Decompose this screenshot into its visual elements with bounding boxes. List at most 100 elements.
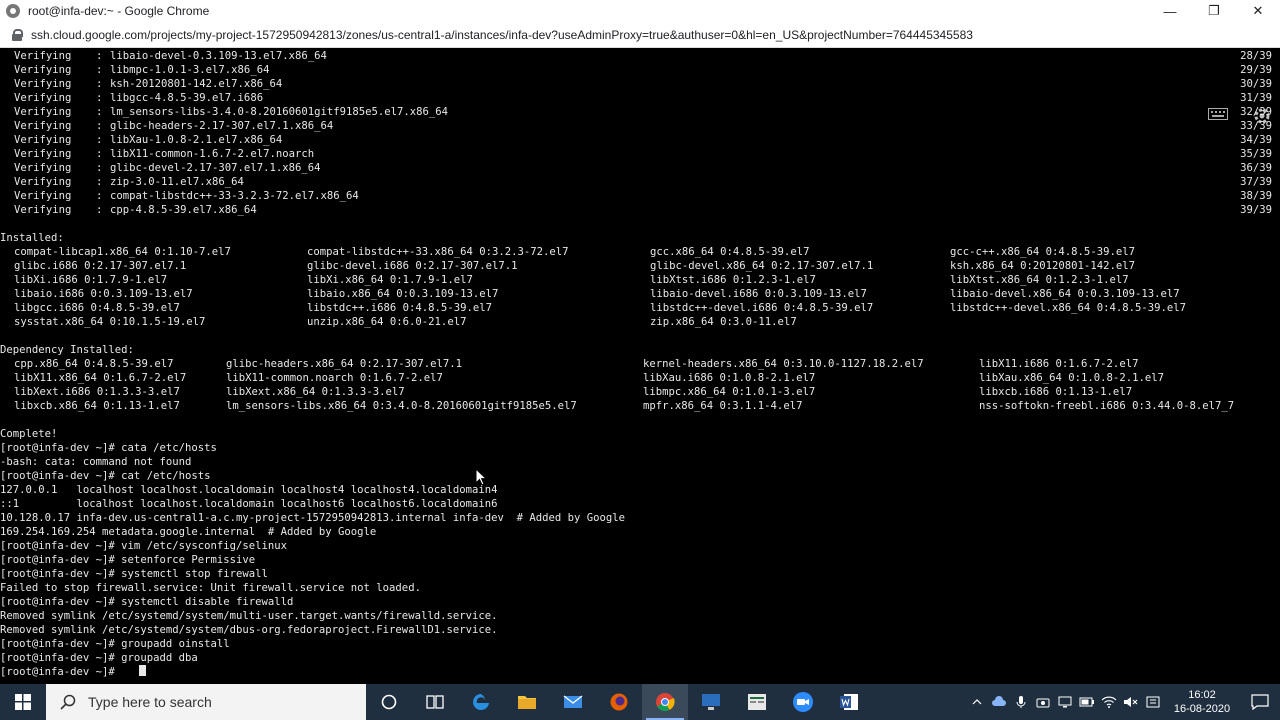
terminal-output: [root@infa-dev ~]# cata /etc/hosts: [0, 442, 217, 454]
dependency-row: libX11.x86_64 0:1.6.7-2.el7 libX11-common…: [0, 371, 1280, 385]
cortana-icon: [381, 694, 397, 710]
package-entry: zip.x86_64 0:3.0-11.el7: [650, 316, 797, 328]
package-entry: libstdc++-devel.i686 0:4.8.5-39.el7: [650, 302, 874, 314]
package-entry: glibc.i686 0:2.17-307.el7.1: [14, 260, 187, 272]
taskbar-edge[interactable]: [458, 684, 504, 720]
terminal-output: [root@infa-dev ~]# cat /etc/hosts: [0, 470, 211, 482]
package-entry: libstdc++-devel.x86_64 0:4.8.5-39.el7: [950, 302, 1186, 314]
ssh-terminal[interactable]: Verifying: libaio-devel-0.3.109-13.el7.x8…: [0, 48, 1280, 688]
verify-colon: :: [96, 190, 103, 202]
close-button[interactable]: ✕: [1236, 0, 1280, 22]
verify-colon: :: [96, 162, 103, 174]
taskbar-clock[interactable]: 16:02 16-08-2020: [1164, 688, 1240, 716]
taskbar-remote-desktop[interactable]: [688, 684, 734, 720]
section-header: Installed:: [0, 232, 64, 244]
package-entry: mpfr.x86_64 0:3.1.1-4.el7: [643, 400, 803, 412]
wifi-icon[interactable]: [1098, 684, 1120, 720]
verify-package: glibc-devel-2.17-307.el7.1.x86_64: [110, 162, 321, 174]
session-line: [root@infa-dev ~]# vim /etc/sysconfig/se…: [0, 539, 1280, 553]
package-entry: gcc.x86_64 0:4.8.5-39.el7: [650, 246, 810, 258]
minimize-button[interactable]: —: [1148, 0, 1192, 22]
speaker-muted-icon[interactable]: [1120, 684, 1142, 720]
url-text[interactable]: ssh.cloud.google.com/projects/my-project…: [31, 28, 973, 42]
taskbar-word[interactable]: [826, 684, 872, 720]
taskbar-mail[interactable]: [550, 684, 596, 720]
start-button[interactable]: [0, 684, 46, 720]
verify-package: cpp-4.8.5-39.el7.x86_64: [110, 204, 257, 216]
taskbar-search-box[interactable]: Type here to search: [46, 684, 366, 720]
display-icon[interactable]: [1054, 684, 1076, 720]
package-entry: nss-softokn-freebl.i686 0:3.44.0-8.el7_7: [979, 400, 1235, 412]
session-line: [root@infa-dev ~]# systemctl disable fir…: [0, 595, 1280, 609]
battery-icon[interactable]: [1076, 684, 1098, 720]
verify-colon: :: [96, 106, 103, 118]
dependency-row: cpp.x86_64 0:4.8.5-39.el7 glibc-headers.x…: [0, 357, 1280, 371]
session-line: [root@infa-dev ~]#: [0, 665, 1280, 679]
installed-header: Installed:: [0, 231, 1280, 245]
verify-label: Verifying: [14, 106, 72, 118]
taskbar-firefox[interactable]: [596, 684, 642, 720]
action-center-button[interactable]: [1240, 684, 1280, 720]
maximize-button[interactable]: ❐: [1192, 0, 1236, 22]
verify-label: Verifying: [14, 64, 72, 76]
verify-label: Verifying: [14, 176, 72, 188]
package-entry: libxcb.x86_64 0:1.13-1.el7: [14, 400, 180, 412]
folder-icon: [518, 696, 536, 709]
package-entry: libX11.x86_64 0:1.6.7-2.el7: [14, 372, 187, 384]
video-camera-icon: [793, 692, 813, 712]
verify-package: ksh-20120801-142.el7.x86_64: [110, 78, 283, 90]
terminal-output: Removed symlink /etc/systemd/system/dbus…: [0, 624, 498, 636]
package-entry: ksh.x86_64 0:20120801-142.el7: [950, 260, 1135, 272]
terminal-cursor: [139, 665, 146, 676]
cloud-sync-icon[interactable]: [988, 684, 1010, 720]
session-line: 127.0.0.1 localhost localhost.localdomai…: [0, 483, 1280, 497]
search-icon: [60, 694, 76, 710]
taskbar-calculator-app[interactable]: [734, 684, 780, 720]
window-title: root@infa-dev:~ - Google Chrome: [28, 4, 210, 18]
package-entry: compat-libstdc++-33.x86_64 0:3.2.3-72.el…: [307, 246, 569, 258]
terminal-output: [root@infa-dev ~]# systemctl disable fir…: [0, 596, 294, 608]
clock-date: 16-08-2020: [1173, 703, 1231, 715]
camera-icon[interactable]: [1032, 684, 1054, 720]
package-entry: libXtst.i686 0:1.2.3-1.el7: [650, 274, 816, 286]
notification-icon: [1251, 694, 1269, 710]
package-entry: unzip.x86_64 0:6.0-21.el7: [307, 316, 467, 328]
verify-colon: :: [96, 148, 103, 160]
lock-icon[interactable]: [12, 28, 23, 41]
microphone-icon[interactable]: [1010, 684, 1032, 720]
system-tray: 16:02 16-08-2020: [966, 684, 1280, 720]
dependency-row: libxcb.x86_64 0:1.13-1.el7 lm_sensors-lib…: [0, 399, 1280, 413]
cortana-button[interactable]: [366, 684, 412, 720]
taskbar-file-explorer[interactable]: [504, 684, 550, 720]
terminal-output: [root@infa-dev ~]# systemctl stop firewa…: [0, 568, 268, 580]
package-entry: glibc-devel.i686 0:2.17-307.el7.1: [307, 260, 518, 272]
terminal-output: [root@infa-dev ~]# setenforce Permissive: [0, 554, 256, 566]
taskbar-zoom[interactable]: [780, 684, 826, 720]
verify-line: Verifying: ksh-20120801-142.el7.x86_64 30/…: [0, 77, 1280, 91]
verify-count: 34/39: [1240, 134, 1272, 146]
verify-label: Verifying: [14, 134, 72, 146]
terminal-output: 169.254.169.254 metadata.google.internal…: [0, 526, 377, 538]
session-line: 169.254.169.254 metadata.google.internal…: [0, 525, 1280, 539]
package-entry: libxcb.i686 0:1.13-1.el7: [979, 386, 1133, 398]
task-view-button[interactable]: [412, 684, 458, 720]
package-entry: libaio-devel.i686 0:0.3.109-13.el7: [650, 288, 867, 300]
installed-row: libXi.i686 0:1.7.9-1.el7 libXi.x86_64 0:1…: [0, 273, 1280, 287]
package-entry: libaio-devel.x86_64 0:0.3.109-13.el7: [950, 288, 1180, 300]
verify-line: Verifying: glibc-headers-2.17-307.el7.1.x…: [0, 119, 1280, 133]
mail-icon: [563, 695, 583, 708]
chevron-up-icon[interactable]: [966, 684, 988, 720]
address-bar[interactable]: ssh.cloud.google.com/projects/my-project…: [0, 22, 1280, 48]
session-line: Removed symlink /etc/systemd/system/mult…: [0, 609, 1280, 623]
verify-line: Verifying: lm_sensors-libs-3.4.0-8.201606…: [0, 105, 1280, 119]
package-entry: libX11-common.noarch 0:1.6.7-2.el7: [226, 372, 443, 384]
verify-colon: :: [96, 50, 103, 62]
package-entry: libXi.x86_64 0:1.7.9-1.el7: [307, 274, 473, 286]
verify-label: Verifying: [14, 204, 72, 216]
taskbar-chrome[interactable]: [642, 684, 688, 720]
verify-count: 33/39: [1240, 120, 1272, 132]
package-entry: gcc-c++.x86_64 0:4.8.5-39.el7: [950, 246, 1135, 258]
chrome-app-icon: [6, 4, 20, 18]
verify-line: Verifying: libX11-common-1.6.7-2.el7.noar…: [0, 147, 1280, 161]
language-icon[interactable]: [1142, 684, 1164, 720]
